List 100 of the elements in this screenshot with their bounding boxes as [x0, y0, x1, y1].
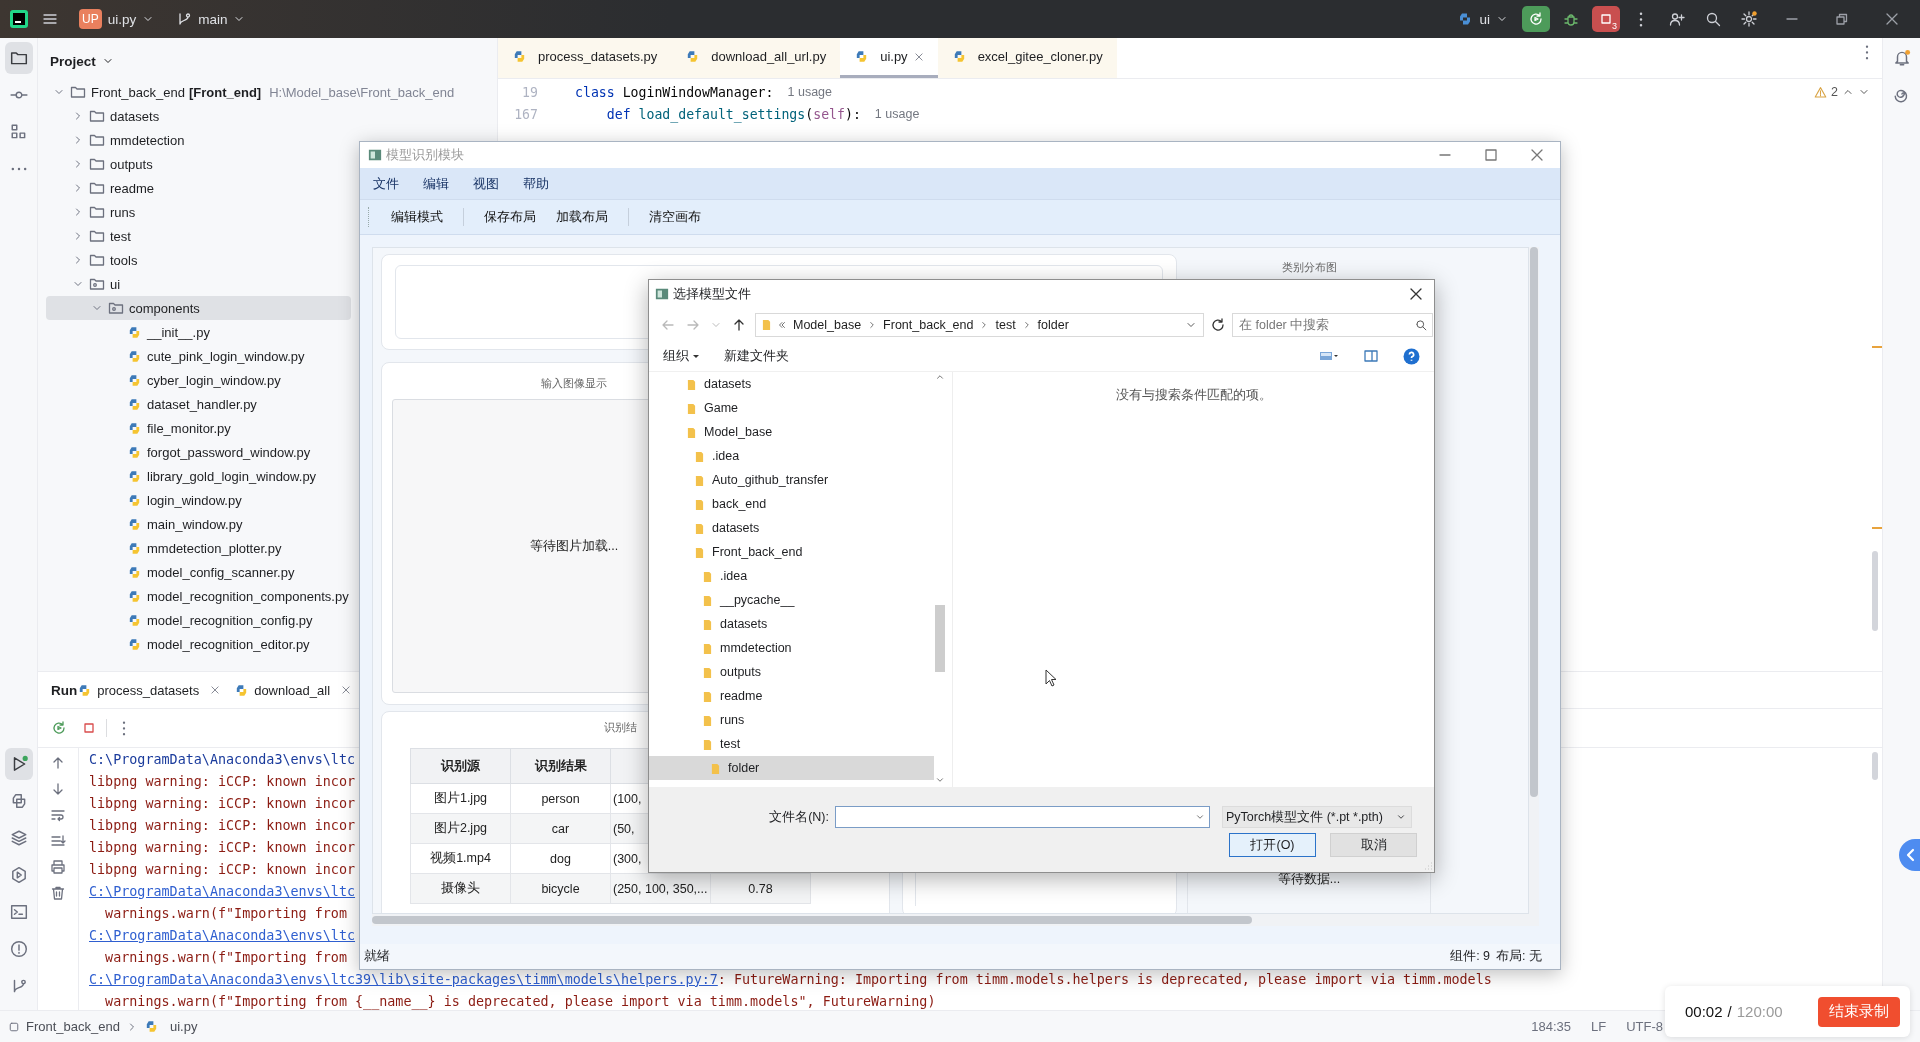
- panel-title[interactable]: Project: [50, 53, 96, 69]
- file-encoding[interactable]: UTF-8: [1626, 1019, 1663, 1034]
- folder-item[interactable]: Front_back_end: [649, 540, 934, 564]
- horizontal-scrollbar[interactable]: [372, 914, 1539, 926]
- menu-item[interactable]: 视图: [473, 174, 499, 193]
- scrollbar-thumb[interactable]: [1872, 551, 1878, 631]
- warning-count[interactable]: 2: [1831, 85, 1838, 99]
- app-logo-icon[interactable]: [9, 9, 29, 29]
- tree-item[interactable]: datasets: [46, 104, 351, 128]
- editor-tab[interactable]: download_all_url.py: [671, 38, 841, 78]
- breadcrumb[interactable]: ui.py: [169, 1019, 198, 1034]
- run-config-selector[interactable]: ui: [1449, 5, 1516, 33]
- tree-item[interactable]: outputs: [46, 152, 351, 176]
- run-tab[interactable]: download_all: [234, 682, 352, 698]
- tree-item[interactable]: ui: [46, 272, 351, 296]
- search-field[interactable]: 在 folder 中搜索: [1232, 312, 1433, 337]
- console-link[interactable]: C:\ProgramData\Anaconda3\envs\ltc: [89, 927, 356, 943]
- editor-tab[interactable]: excel_gitee_cloner.py: [937, 38, 1117, 78]
- folder-item[interactable]: Game: [649, 396, 934, 420]
- tree-item[interactable]: mmdetection_plotter.py: [46, 536, 351, 560]
- chevron-up-icon[interactable]: [935, 372, 945, 382]
- folder-item[interactable]: readme: [649, 684, 934, 708]
- path-segment[interactable]: Front_back_end: [883, 317, 974, 332]
- usage-hint[interactable]: 1 usage: [874, 107, 920, 121]
- folder-item[interactable]: .idea: [649, 564, 934, 588]
- close-icon[interactable]: [341, 685, 352, 695]
- console-link[interactable]: C:\ProgramData\Anaconda3\envs\ltc39\lib\site-packages\timm\models\helpers.py:7: [89, 971, 718, 987]
- tree-item[interactable]: components: [46, 296, 351, 320]
- toolbar-grip[interactable]: [368, 207, 371, 227]
- tree-item[interactable]: model_recognition_components.py: [46, 584, 351, 608]
- tree-item[interactable]: model_recognition_editor.py: [46, 632, 351, 656]
- tree-item[interactable]: main_window.py: [46, 512, 351, 536]
- project-tool-button[interactable]: [4, 42, 33, 74]
- run-tool-button[interactable]: [4, 748, 33, 780]
- folder-item[interactable]: outputs: [649, 660, 934, 684]
- new-folder-button[interactable]: 新建文件夹: [724, 344, 789, 368]
- rerun-button[interactable]: [1522, 6, 1550, 32]
- open-button[interactable]: 打开(O): [1229, 833, 1316, 857]
- tree-item[interactable]: Front_back_end [Front_end] H:\Model_base\Front_back_end: [46, 80, 455, 104]
- path-segment[interactable]: folder: [1037, 317, 1069, 332]
- folder-item[interactable]: runs: [649, 708, 934, 732]
- folder-item[interactable]: datasets: [649, 372, 934, 396]
- folder-item[interactable]: datasets: [649, 612, 934, 636]
- organize-button[interactable]: 组织: [663, 344, 700, 368]
- folder-item[interactable]: mmdetection: [649, 636, 934, 660]
- tree-item[interactable]: __init__.py: [46, 320, 351, 344]
- project-switcher[interactable]: UP ui.py: [71, 5, 163, 33]
- folder-item[interactable]: datasets: [649, 516, 934, 540]
- address-bar[interactable]: Model_base Front_back_end test folder: [755, 312, 1204, 337]
- tree-item[interactable]: cyber_login_window.py: [46, 368, 351, 392]
- tree-item[interactable]: forgot_password_window.py: [46, 440, 351, 464]
- scrollbar-thumb[interactable]: [935, 605, 945, 672]
- folder-item[interactable]: Auto_github_transfer: [649, 468, 934, 492]
- toolbar-button[interactable]: 清空画布: [649, 208, 701, 226]
- tree-item[interactable]: test: [46, 224, 351, 248]
- tree-item[interactable]: tools: [46, 248, 351, 272]
- path-segment[interactable]: test: [995, 317, 1016, 332]
- tree-item[interactable]: file_monitor.py: [46, 416, 351, 440]
- stop-recording-button[interactable]: 结束录制: [1818, 996, 1900, 1027]
- close-icon[interactable]: [210, 685, 221, 695]
- tree-item[interactable]: dataset_handler.py: [46, 392, 351, 416]
- caret-position[interactable]: 184:35: [1531, 1019, 1571, 1034]
- path-segment[interactable]: Model_base: [793, 317, 862, 332]
- menu-item[interactable]: 文件: [373, 174, 399, 193]
- breadcrumb[interactable]: Front_back_end: [26, 1019, 120, 1034]
- menu-item[interactable]: 帮助: [523, 174, 549, 193]
- toolbar-button[interactable]: 加载布局: [556, 208, 608, 226]
- console-link[interactable]: C:\ProgramData\Anaconda3\envs\ltc: [89, 883, 356, 899]
- editor-tab[interactable]: process_datasets.py: [498, 38, 672, 78]
- tree-item[interactable]: runs: [46, 200, 351, 224]
- chevron-down-icon[interactable]: [935, 775, 945, 785]
- close-icon[interactable]: [913, 51, 924, 62]
- warning-icon[interactable]: [1814, 85, 1828, 99]
- folder-item[interactable]: folder: [649, 756, 934, 780]
- tree-item[interactable]: cute_pink_login_window.py: [46, 344, 351, 368]
- vertical-scrollbar[interactable]: [1529, 247, 1539, 914]
- tree-item[interactable]: mmdetection: [46, 128, 351, 152]
- help-icon[interactable]: [1403, 347, 1420, 365]
- menu-item[interactable]: 编辑: [423, 174, 449, 193]
- toolbar-button[interactable]: 编辑模式: [391, 208, 443, 226]
- scrollbar-thumb[interactable]: [1872, 752, 1878, 780]
- folder-item[interactable]: Model_base: [649, 420, 934, 444]
- toolbar-button[interactable]: 保存布局: [484, 208, 536, 226]
- branch-switcher[interactable]: main: [168, 5, 254, 33]
- file-name-field[interactable]: [835, 806, 1210, 828]
- folder-item[interactable]: back_end: [649, 492, 934, 516]
- stop-button[interactable]: 3: [1592, 6, 1620, 32]
- tree-item[interactable]: model_recognition_config.py: [46, 608, 351, 632]
- chevron-down-icon[interactable]: [1195, 812, 1205, 822]
- folder-item[interactable]: .idea: [649, 444, 934, 468]
- folder-item[interactable]: test: [649, 732, 934, 756]
- line-ending[interactable]: LF: [1591, 1019, 1607, 1034]
- run-tab[interactable]: process_datasets: [77, 682, 221, 698]
- usage-hint[interactable]: 1 usage: [787, 85, 832, 99]
- tree-item[interactable]: login_window.py: [46, 488, 351, 512]
- file-type-dropdown[interactable]: PyTorch模型文件 (*.pt *.pth): [1222, 806, 1412, 828]
- tree-item[interactable]: model_config_scanner.py: [46, 560, 351, 584]
- folder-item[interactable]: __pycache__: [649, 588, 934, 612]
- tree-item[interactable]: library_gold_login_window.py: [46, 464, 351, 488]
- tree-item[interactable]: readme: [46, 176, 351, 200]
